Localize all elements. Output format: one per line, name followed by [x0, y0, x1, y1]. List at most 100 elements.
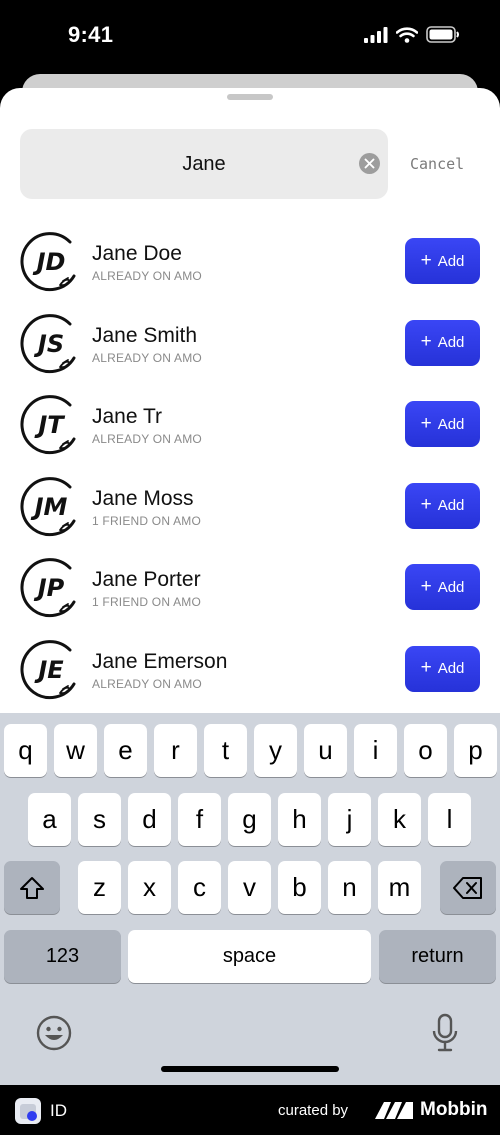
user-status: ALREADY ON AMO — [92, 432, 202, 446]
plus-icon: + — [420, 331, 432, 352]
plus-icon: + — [420, 575, 432, 597]
key-h[interactable]: h — [278, 793, 321, 846]
avatar: JS — [20, 312, 82, 374]
avatar: JE — [20, 638, 82, 700]
app-icon — [15, 1098, 41, 1124]
battery-icon — [426, 26, 459, 43]
add-friend-button[interactable]: + Add — [405, 564, 480, 610]
return-key[interactable]: return — [379, 930, 496, 983]
key-b[interactable]: b — [278, 861, 321, 914]
cancel-button[interactable]: Cancel — [410, 155, 464, 173]
key-j[interactable]: j — [328, 793, 371, 846]
status-icons — [364, 26, 460, 43]
user-row: JS Jane Smith ALREADY ON AMO + Add — [0, 310, 500, 392]
search-sheet: Jane Cancel JD Jane Doe ALREADY ON AMO + Add… — [0, 88, 500, 738]
sheet-grabber[interactable] — [227, 94, 273, 100]
add-button-label: Add — [437, 334, 465, 351]
svg-text:JS: JS — [34, 330, 64, 358]
key-w[interactable]: w — [54, 724, 97, 777]
key-v[interactable]: v — [228, 861, 271, 914]
add-friend-button[interactable]: + Add — [405, 645, 480, 692]
shift-icon — [20, 876, 44, 899]
key-d[interactable]: d — [128, 793, 171, 846]
svg-text:JM: JM — [31, 493, 68, 521]
cellular-signal-icon — [364, 26, 388, 43]
key-y[interactable]: y — [254, 724, 297, 777]
key-q[interactable]: q — [4, 724, 47, 777]
emoji-icon[interactable] — [36, 1015, 72, 1056]
add-button-label: Add — [437, 660, 465, 677]
user-name: Jane Doe — [92, 242, 182, 265]
clear-search-icon[interactable] — [359, 153, 380, 174]
svg-text:JE: JE — [34, 656, 64, 684]
key-l[interactable]: l — [428, 793, 471, 846]
plus-icon: + — [420, 494, 432, 515]
user-name: Jane Smith — [92, 323, 198, 347]
add-button-label: Add — [437, 415, 465, 433]
user-list: JD Jane Doe ALREADY ON AMO + Add JS Jane Smith… — [0, 228, 500, 717]
status-time: 9:41 — [68, 22, 114, 47]
microphone-icon[interactable] — [431, 1013, 459, 1058]
search-input[interactable]: Jane — [20, 129, 388, 199]
key-i[interactable]: i — [354, 724, 397, 777]
status-bar: 9:41 — [0, 0, 500, 75]
add-friend-button[interactable]: + Add — [405, 482, 480, 529]
key-z[interactable]: z — [78, 861, 121, 914]
plus-icon: + — [420, 412, 432, 434]
user-name: Jane Moss — [92, 486, 194, 510]
add-button-label: Add — [437, 497, 465, 514]
key-e[interactable]: e — [104, 724, 147, 777]
user-row: JM Jane Moss 1 FRIEND ON AMO + Add — [0, 473, 500, 555]
user-row: JT Jane Tr ALREADY ON AMO + Add — [0, 391, 500, 473]
user-status: ALREADY ON AMO — [92, 269, 202, 283]
curated-by-label: curated by — [278, 1102, 349, 1119]
user-status: 1 FRIEND ON AMO — [92, 595, 202, 609]
user-status: ALREADY ON AMO — [92, 676, 202, 691]
user-name: Jane Tr — [92, 405, 163, 428]
key-m[interactable]: m — [378, 861, 421, 914]
key-o[interactable]: o — [404, 724, 447, 777]
delete-key[interactable] — [440, 861, 496, 914]
key-u[interactable]: u — [304, 724, 347, 777]
add-friend-button[interactable]: + Add — [405, 319, 480, 366]
search-field[interactable]: Jane — [20, 129, 388, 199]
key-k[interactable]: k — [378, 793, 421, 846]
avatar: JM — [20, 475, 82, 537]
footer-app-label: ID — [50, 1101, 67, 1120]
svg-text:JP: JP — [34, 574, 65, 602]
key-x[interactable]: x — [128, 861, 171, 914]
plus-icon: + — [420, 657, 432, 678]
avatar: JP — [20, 556, 82, 618]
avatar: JT — [20, 393, 82, 455]
wifi-icon — [396, 26, 418, 43]
key-t[interactable]: t — [204, 724, 247, 777]
mobbin-brand: Mobbin — [420, 1099, 488, 1120]
key-n[interactable]: n — [328, 861, 371, 914]
key-a[interactable]: a — [28, 793, 71, 846]
key-r[interactable]: r — [154, 724, 197, 777]
plus-icon: + — [420, 249, 432, 271]
user-name: Jane Emerson — [92, 649, 228, 673]
svg-text:JT: JT — [34, 411, 65, 439]
user-row: JD Jane Doe ALREADY ON AMO + Add — [0, 228, 500, 310]
add-button-label: Add — [437, 578, 465, 596]
add-friend-button[interactable]: + Add — [405, 238, 480, 284]
add-friend-button[interactable]: + Add — [405, 401, 480, 447]
numbers-key[interactable]: 123 — [4, 930, 121, 983]
user-status: ALREADY ON AMO — [92, 350, 202, 365]
shift-key[interactable] — [4, 861, 60, 914]
key-s[interactable]: s — [78, 793, 121, 846]
key-f[interactable]: f — [178, 793, 221, 846]
user-name: Jane Porter — [92, 568, 201, 591]
space-key[interactable]: space — [128, 930, 371, 983]
home-indicator — [161, 1066, 339, 1072]
footer-bar: ID curated by Mobbin — [0, 1085, 500, 1135]
user-status: 1 FRIEND ON AMO — [92, 513, 202, 528]
svg-text:JD: JD — [33, 248, 66, 276]
keyboard: q w e r t y u i o p a s d f g h j k l z x c v b n m 123 space return — [0, 713, 500, 1085]
user-row: JP Jane Porter 1 FRIEND ON AMO + Add — [0, 554, 500, 636]
key-g[interactable]: g — [228, 793, 271, 846]
key-p[interactable]: p — [454, 724, 497, 777]
add-button-label: Add — [437, 252, 465, 270]
key-c[interactable]: c — [178, 861, 221, 914]
